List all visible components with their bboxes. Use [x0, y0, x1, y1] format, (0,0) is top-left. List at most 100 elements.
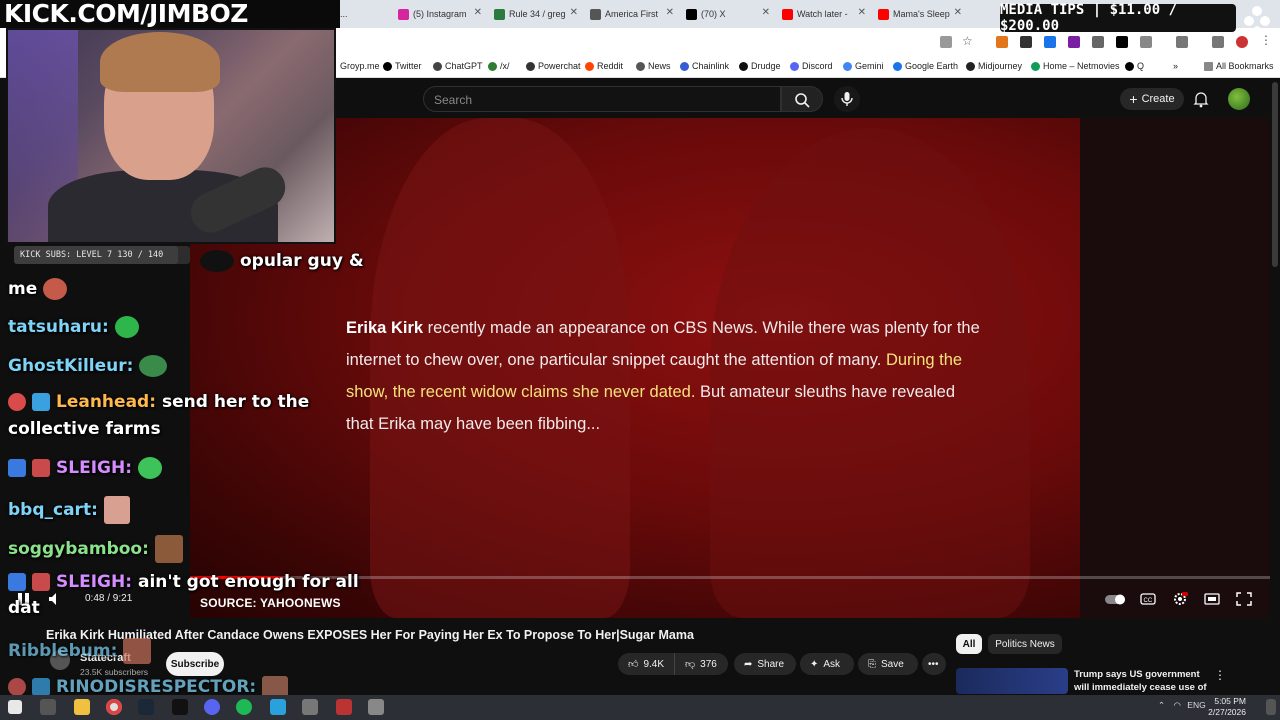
browser-tab[interactable]: (5) Instagram ✕	[398, 4, 482, 24]
install-app-icon[interactable]	[940, 36, 952, 48]
ask-button[interactable]: ✦ Ask	[800, 653, 854, 675]
spotify-icon[interactable]	[236, 699, 252, 715]
downloads-icon[interactable]	[1212, 36, 1224, 48]
close-tab-icon[interactable]: ✕	[666, 7, 674, 18]
search-button[interactable]	[781, 86, 823, 112]
close-tab-icon[interactable]: ✕	[858, 7, 866, 18]
shield-extension-icon[interactable]	[1020, 36, 1032, 48]
create-button[interactable]: + Create	[1120, 88, 1184, 110]
steam-icon[interactable]	[138, 699, 154, 715]
chip-politics-news[interactable]: Politics News	[988, 634, 1062, 654]
related-more-icon[interactable]: ⋮	[1214, 668, 1226, 682]
bookmark-item[interactable]: Reddit	[585, 61, 623, 71]
bookmark-item[interactable]: Q	[1125, 61, 1144, 71]
more-actions-button[interactable]: •••	[922, 653, 946, 675]
bookmark-item[interactable]: /x/	[488, 61, 510, 71]
media-tips-icon	[1244, 6, 1270, 32]
bookmark-item[interactable]: Gemini	[843, 61, 884, 71]
bookmark-item[interactable]: Twitter	[383, 61, 422, 71]
chrome-icon[interactable]	[106, 699, 122, 715]
extension-icon[interactable]	[1044, 36, 1056, 48]
close-tab-icon[interactable]: ✕	[474, 7, 482, 18]
chat-message: Ribblebum:	[8, 638, 152, 664]
bookmark-item[interactable]: Home – Netmovies	[1031, 61, 1120, 71]
bookmark-item[interactable]: News	[636, 61, 671, 71]
language-indicator[interactable]: ENG	[1187, 700, 1205, 710]
task-view-icon[interactable]	[40, 699, 56, 715]
search-input[interactable]: Search	[423, 86, 781, 112]
related-video-thumbnail[interactable]	[956, 668, 1068, 694]
browser-tab[interactable]: (70) X ✕	[686, 4, 770, 24]
clock[interactable]: 5:05 PM 2/27/2026	[1204, 696, 1246, 718]
browser-tab[interactable]: Rule 34 / greg ✕	[494, 4, 578, 24]
voice-search-button[interactable]	[834, 86, 860, 112]
puzzle-extensions-icon[interactable]	[1140, 36, 1152, 48]
app-icon[interactable]	[336, 699, 352, 715]
notifications-button[interactable]	[1192, 90, 1210, 108]
extension-icon[interactable]	[1092, 36, 1104, 48]
fullscreen-icon[interactable]	[1236, 592, 1252, 606]
bookmark-item[interactable]: Drudge	[739, 61, 781, 71]
close-tab-icon[interactable]: ✕	[762, 7, 770, 18]
captions-icon[interactable]: CC	[1140, 592, 1156, 606]
windows-start-icon[interactable]	[8, 700, 22, 714]
settings-gear-icon[interactable]	[1172, 592, 1188, 606]
browser-tab-partial[interactable]: ...	[340, 4, 390, 24]
bookmark-item[interactable]: ChatGPT	[433, 61, 483, 71]
more-horizontal-icon: •••	[928, 658, 939, 670]
metamask-extension-icon[interactable]	[996, 36, 1008, 48]
sidepanel-icon[interactable]	[1176, 36, 1188, 48]
cube-badge-icon	[32, 393, 50, 411]
autoplay-toggle-icon[interactable]	[1104, 592, 1128, 606]
app-icon[interactable]	[302, 699, 318, 715]
chat-message: Leanhead: send her to the	[8, 392, 309, 412]
discord-icon[interactable]	[204, 699, 220, 715]
browser-tab[interactable]: Watch later - ✕	[782, 4, 866, 24]
page-scrollbar[interactable]	[1272, 82, 1278, 267]
chat-message: me	[8, 278, 68, 300]
bookmark-item[interactable]: Midjourney	[966, 61, 1022, 71]
telegram-icon[interactable]	[270, 699, 286, 715]
x-extension-icon[interactable]	[1116, 36, 1128, 48]
powerchat-icon	[526, 61, 535, 71]
sub-badge-icon	[32, 459, 50, 477]
extension-icon[interactable]	[1068, 36, 1080, 48]
bookmark-item[interactable]: Google Earth	[893, 61, 958, 71]
dislike-button[interactable]: 👎︎ 376	[674, 653, 728, 675]
emote-icon	[43, 278, 68, 300]
tray-chevron-icon[interactable]: ⌃	[1158, 700, 1165, 710]
emote-icon	[154, 535, 183, 563]
close-tab-icon[interactable]: ✕	[570, 7, 578, 18]
bookmark-item[interactable]: Discord	[790, 61, 833, 71]
app-icon[interactable]	[368, 699, 384, 715]
terminal-icon[interactable]	[172, 699, 188, 715]
emote-icon	[103, 496, 130, 524]
chat-message: collective farms	[8, 419, 161, 439]
close-tab-icon[interactable]: ✕	[954, 7, 962, 18]
share-button[interactable]: ➦ Share	[734, 653, 796, 675]
chat-message: dat	[8, 598, 40, 618]
bookmark-item[interactable]: Chainlink	[680, 61, 729, 71]
bookmark-item[interactable]: Powerchat	[526, 61, 581, 71]
sparkle-icon: ✦	[810, 658, 819, 670]
emote-icon	[200, 250, 234, 272]
theater-mode-icon[interactable]	[1204, 592, 1220, 606]
account-avatar[interactable]	[1228, 88, 1250, 110]
profile-icon[interactable]	[1236, 36, 1248, 48]
bookmark-item[interactable]: Groyp.me	[340, 61, 380, 71]
wifi-icon[interactable]: ◠	[1174, 700, 1181, 710]
more-bookmarks-chevron-icon[interactable]: »	[1173, 61, 1178, 71]
kebab-menu-icon[interactable]: ⋮	[1260, 33, 1272, 47]
file-explorer-icon[interactable]	[74, 699, 90, 715]
all-bookmarks-folder[interactable]: All Bookmarks	[1204, 61, 1274, 71]
like-button[interactable]: 👍︎ 9.4K	[618, 653, 674, 675]
save-button[interactable]: ⎘ Save	[858, 653, 918, 675]
browser-tab[interactable]: America First ✕	[590, 4, 674, 24]
bookmark-star-icon[interactable]: ☆	[962, 34, 974, 48]
svg-text:CC: CC	[1144, 598, 1153, 604]
notifications-tray-icon[interactable]	[1266, 699, 1276, 715]
chat-message: soggybamboo:	[8, 535, 183, 563]
webcam-feed	[6, 28, 336, 244]
browser-tab[interactable]: Mama's Sleep ✕	[878, 4, 962, 24]
chip-all[interactable]: All	[956, 634, 982, 654]
